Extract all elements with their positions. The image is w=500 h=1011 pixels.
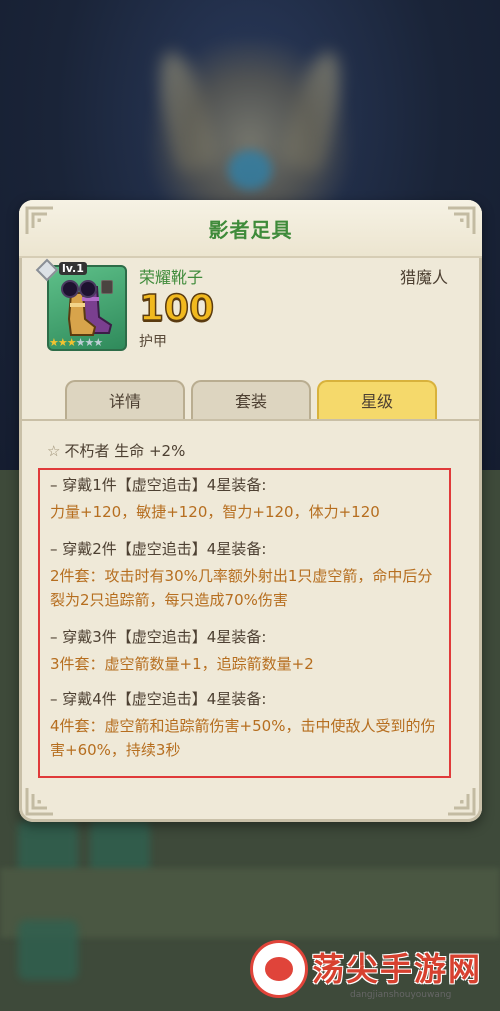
set-bonus-desc: 2件套：攻击时有30%几率额外射出1只虚空箭，命中后分裂为2只追踪箭，每只造成7… xyxy=(50,567,433,609)
tab-divider xyxy=(19,419,482,421)
star-bonus: ☆ 不朽者 生命 +2% xyxy=(47,440,185,461)
background-gem xyxy=(228,150,272,190)
tab-details[interactable]: 详情 xyxy=(65,380,185,420)
set-bonus-desc: 4件套：虚空箭和追踪箭伤害+50%，击中使敌人受到的伤害+60%，持续3秒 xyxy=(50,717,436,759)
star-bonus-text: 不朽者 生命 +2% xyxy=(64,442,186,460)
star-outline-icon: ☆ xyxy=(47,442,61,460)
set-bonus-head: – 穿戴1件【虚空追击】4星装备: xyxy=(50,476,267,494)
star-empty-icon: ★★★ xyxy=(75,336,104,349)
star-filled-icon: ★★★ xyxy=(49,336,77,349)
panel-title: 影者足具 xyxy=(208,218,293,242)
tab-set[interactable]: 套装 xyxy=(191,380,311,420)
item-name: 荣耀靴子 xyxy=(139,268,204,287)
set-bonus-item: – 穿戴4件【虚空追击】4星装备: 4件套：虚空箭和追踪箭伤害+50%，击中使敌… xyxy=(50,688,442,762)
item-class: 猎魔人 xyxy=(399,268,448,287)
item-level-badge: lv.1 xyxy=(59,262,87,275)
gem-socket-icon xyxy=(61,280,79,298)
set-bonus-head: – 穿戴2件【虚空追击】4星装备: xyxy=(50,540,267,558)
gem-socket-icon xyxy=(79,280,97,298)
panel-header: 影者足具 xyxy=(19,200,482,258)
lock-icon xyxy=(101,280,113,294)
set-bonus-desc: 3件套：虚空箭数量+1，追踪箭数量+2 xyxy=(50,655,314,673)
item-star-rating: ★★★★★★ xyxy=(49,336,104,349)
set-bonus-item: – 穿戴3件【虚空追击】4星装备: 3件套：虚空箭数量+1，追踪箭数量+2 xyxy=(50,626,442,676)
ornament-corner-icon xyxy=(448,788,476,816)
set-bonus-highlight-box: – 穿戴1件【虚空追击】4星装备: 力量+120，敏捷+120，智力+120，体… xyxy=(38,468,451,778)
set-bonus-item: – 穿戴2件【虚空追击】4星装备: 2件套：攻击时有30%几率额外射出1只虚空箭… xyxy=(50,538,442,612)
item-detail-panel: 影者足具 lv.1 ★★★★★★ 荣耀靴子 猎魔人 100 护甲 详情 套装 星… xyxy=(19,200,482,822)
set-bonus-head: – 穿戴3件【虚空追击】4星装备: xyxy=(50,628,267,646)
item-stat-label: 护甲 xyxy=(139,334,167,350)
tab-star-level[interactable]: 星级 xyxy=(317,380,437,420)
set-bonus-item: – 穿戴1件【虚空追击】4星装备: 力量+120，敏捷+120，智力+120，体… xyxy=(50,474,442,524)
item-stat-value: 100 xyxy=(138,287,215,330)
watermark-logo-icon xyxy=(250,940,308,998)
watermark-text: 荡尖手游网 xyxy=(312,950,483,988)
background-item-card xyxy=(18,920,78,980)
watermark-subtext: dangjianshouyouwang xyxy=(350,990,452,1000)
set-bonus-head: – 穿戴4件【虚空追击】4星装备: xyxy=(50,690,267,708)
ornament-corner-icon xyxy=(25,788,53,816)
set-bonus-desc: 力量+120，敏捷+120，智力+120，体力+120 xyxy=(50,503,380,521)
